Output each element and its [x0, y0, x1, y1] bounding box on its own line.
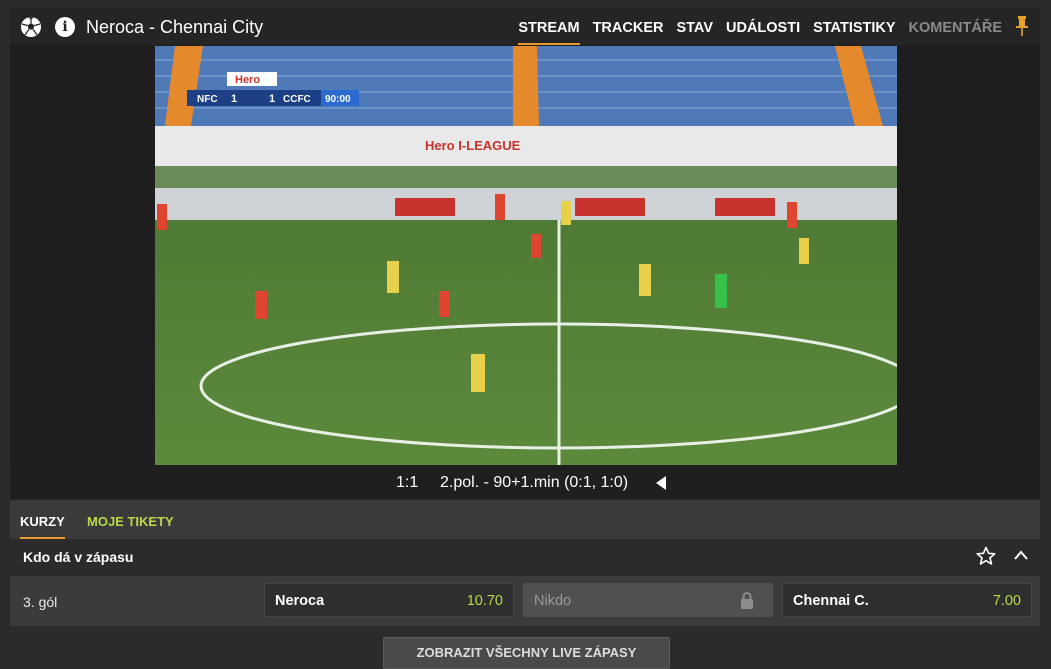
odd-button-none: Nikdo: [523, 583, 773, 617]
match-header: i Neroca - Chennai City STREAM TRACKER S…: [10, 8, 1040, 45]
odd-none-name: Nikdo: [534, 593, 572, 609]
video-player[interactable]: Hero I-LEAGUE Hero NFC 1 1 CCFC 90:00: [155, 46, 897, 465]
market-title: Kdo dá v zápasu: [23, 549, 134, 565]
odd-away-name: Chennai C.: [793, 593, 869, 609]
stream-nav-tabs: STREAM TRACKER STAV UDÁLOSTI STATISTIKY …: [505, 8, 1028, 45]
app-frame: i Neroca - Chennai City STREAM TRACKER S…: [0, 0, 1051, 669]
tab-tracker[interactable]: TRACKER: [593, 8, 664, 45]
overlay-clock: 90:00: [325, 94, 351, 105]
odd-home-name: Neroca: [275, 593, 325, 609]
pin-icon[interactable]: [1016, 15, 1028, 36]
odd-button-away[interactable]: Chennai C. 7.00: [782, 583, 1032, 617]
tab-komentare[interactable]: KOMENTÁŘE: [909, 8, 1002, 45]
overlay-home-score: 1: [231, 93, 237, 105]
collapse-arrow-icon[interactable]: [656, 476, 666, 490]
lock-icon: [741, 592, 753, 609]
video-area: Hero I-LEAGUE Hero NFC 1 1 CCFC 90:00: [10, 45, 1040, 465]
banner-text: Hero I-LEAGUE: [425, 138, 521, 153]
score-status: 2.pol. - 90+1.min (0:1, 1:0): [440, 474, 629, 491]
row-label: 3. gól: [23, 594, 58, 610]
tab-stav[interactable]: STAV: [676, 8, 713, 45]
score-bar: 1:1 2.pol. - 90+1.min (0:1, 1:0): [10, 465, 1040, 499]
overlay-away-score: 1: [269, 93, 275, 105]
tab-kurzy[interactable]: KURZY: [20, 514, 65, 539]
score-result: 1:1: [396, 474, 419, 491]
odd-button-home[interactable]: Neroca 10.70: [264, 583, 514, 617]
match-title: Neroca - Chennai City: [86, 17, 264, 37]
overlay-away: CCFC: [283, 94, 311, 105]
tab-udalosti[interactable]: UDÁLOSTI: [726, 8, 800, 45]
show-all-live-button[interactable]: ZOBRAZIT VŠECHNY LIVE ZÁPASY: [383, 637, 670, 669]
overlay-home: NFC: [197, 94, 218, 105]
chevron-up-icon[interactable]: [1014, 550, 1028, 560]
market-row: 3. gól Neroca 10.70 Nikdo Chennai C. 7.0…: [10, 576, 1040, 626]
soccer-ball-icon: [21, 17, 41, 37]
odds-tabs: KURZY MOJE TIKETY: [10, 500, 1040, 539]
market-header: Kdo dá v zápasu: [10, 539, 1040, 575]
odd-away-value: 7.00: [992, 593, 1021, 609]
odd-home-value: 10.70: [466, 593, 503, 609]
video-frame: Hero I-LEAGUE Hero NFC 1 1 CCFC 90:00: [155, 46, 897, 465]
star-icon[interactable]: [976, 546, 996, 566]
tab-stream[interactable]: STREAM: [518, 8, 580, 45]
tab-moje-tikety[interactable]: MOJE TIKETY: [87, 514, 174, 529]
overlay-brand: Hero: [235, 74, 260, 86]
tab-statistiky[interactable]: STATISTIKY: [813, 8, 895, 45]
info-icon[interactable]: i: [55, 17, 75, 37]
